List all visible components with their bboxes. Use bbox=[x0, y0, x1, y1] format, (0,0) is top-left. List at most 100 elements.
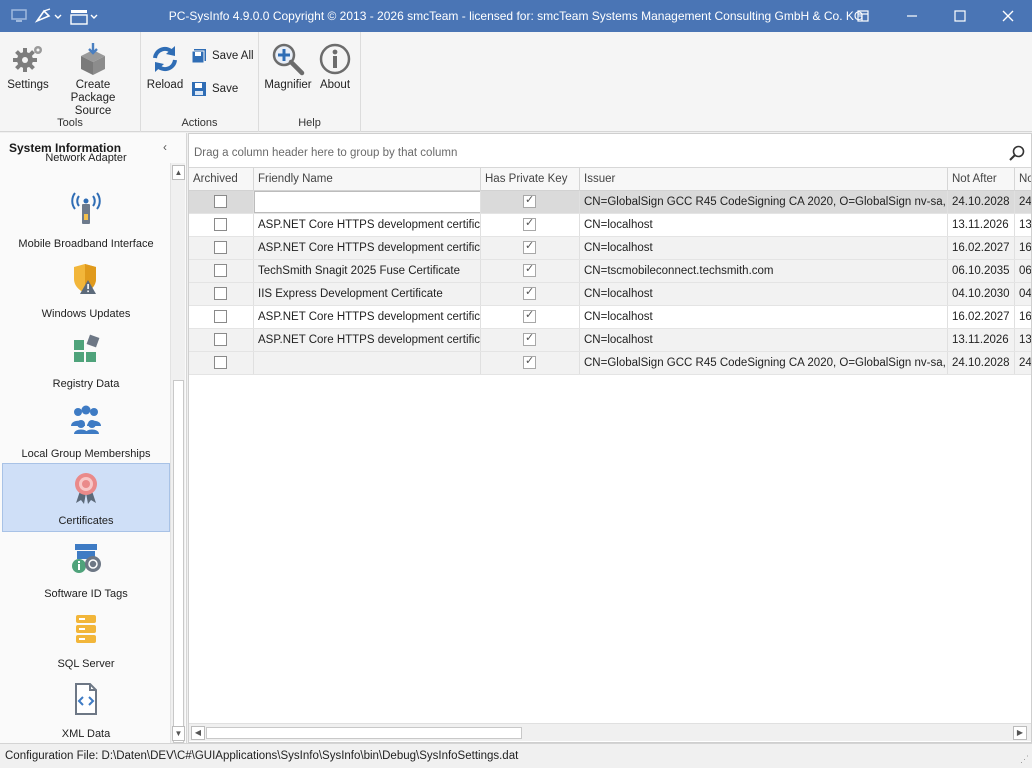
issuer-cell[interactable]: CN=localhost bbox=[580, 237, 948, 259]
next-cell[interactable]: 16 bbox=[1015, 306, 1031, 328]
table-row[interactable]: ✓ CN=GlobalSign GCC R45 CodeSigning CA 20… bbox=[189, 191, 1031, 214]
issuer-cell[interactable]: CN=localhost bbox=[580, 329, 948, 351]
not-after-cell[interactable]: 04.10.2030 bbox=[948, 283, 1015, 305]
sidebar-item-registry-data[interactable]: Registry Data bbox=[2, 325, 170, 394]
maximize-button[interactable] bbox=[936, 0, 984, 32]
next-cell[interactable]: 16 bbox=[1015, 237, 1031, 259]
table-row[interactable]: ✓ CN=GlobalSign GCC R45 CodeSigning CA 20… bbox=[189, 352, 1031, 375]
archived-checkbox[interactable] bbox=[214, 333, 227, 346]
issuer-cell[interactable]: CN=GlobalSign GCC R45 CodeSigning CA 202… bbox=[580, 191, 948, 213]
friendly-name-cell[interactable]: ASP.NET Core HTTPS development certifica… bbox=[254, 306, 481, 328]
friendly-name-cell[interactable]: ASP.NET Core HTTPS development certifica… bbox=[254, 214, 481, 236]
has-private-key-cell[interactable]: ✓ bbox=[481, 352, 580, 374]
archived-cell[interactable] bbox=[189, 306, 254, 328]
table-row[interactable]: ASP.NET Core HTTPS development certifica… bbox=[189, 329, 1031, 352]
table-row[interactable]: IIS Express Development Certificate ✓ CN=l… bbox=[189, 283, 1031, 306]
sidebar-item-network-adapter[interactable]: Network Adapter bbox=[2, 133, 170, 168]
not-after-cell[interactable]: 13.11.2026 bbox=[948, 214, 1015, 236]
sidebar-item-software-id-tags[interactable]: Software ID Tags bbox=[2, 535, 170, 604]
column-header-has-private-key[interactable]: Has Private Key bbox=[481, 168, 580, 191]
save-all-button[interactable]: Save All bbox=[191, 48, 254, 64]
friendly-name-cell[interactable] bbox=[254, 352, 481, 374]
horizontal-scroll-thumb[interactable] bbox=[206, 727, 522, 739]
search-icon[interactable] bbox=[1009, 145, 1025, 164]
archived-checkbox[interactable] bbox=[214, 264, 227, 277]
friendly-name-cell[interactable]: ASP.NET Core HTTPS development certifica… bbox=[254, 237, 481, 259]
next-cell[interactable]: 24 bbox=[1015, 191, 1031, 213]
sidebar-item-xml-data[interactable]: XML Data bbox=[2, 675, 170, 743]
column-header-archived[interactable]: Archived bbox=[189, 168, 254, 191]
friendly-name-cell[interactable]: TechSmith Snagit 2025 Fuse Certificate bbox=[254, 260, 481, 282]
friendly-name-cell[interactable]: ASP.NET Core HTTPS development certifica… bbox=[254, 329, 481, 351]
about-button[interactable]: About bbox=[315, 42, 355, 92]
not-after-cell[interactable]: 24.10.2028 bbox=[948, 352, 1015, 374]
next-cell[interactable]: 06 bbox=[1015, 260, 1031, 282]
next-cell[interactable]: 24 bbox=[1015, 352, 1031, 374]
archived-checkbox[interactable] bbox=[214, 195, 227, 208]
archived-checkbox[interactable] bbox=[214, 218, 227, 231]
has-private-key-cell[interactable]: ✓ bbox=[481, 214, 580, 236]
create-package-source-button[interactable]: Create Package Source bbox=[53, 42, 133, 118]
has-private-key-cell[interactable]: ✓ bbox=[481, 329, 580, 351]
reload-button[interactable]: Reload bbox=[145, 42, 185, 92]
archived-cell[interactable] bbox=[189, 191, 254, 213]
archived-cell[interactable] bbox=[189, 214, 254, 236]
has-private-key-cell[interactable]: ✓ bbox=[481, 283, 580, 305]
table-row[interactable]: TechSmith Snagit 2025 Fuse Certificate ✓ C… bbox=[189, 260, 1031, 283]
not-after-cell[interactable]: 16.02.2027 bbox=[948, 306, 1015, 328]
grid-horizontal-scrollbar[interactable]: ◀ ▶ bbox=[189, 723, 1031, 741]
sidebar-scroll-thumb[interactable] bbox=[173, 380, 184, 743]
archived-checkbox[interactable] bbox=[214, 356, 227, 369]
save-button[interactable]: Save bbox=[191, 81, 238, 97]
next-cell[interactable]: 04 bbox=[1015, 283, 1031, 305]
scroll-up-arrow-icon[interactable]: ▲ bbox=[172, 165, 185, 180]
friendly-name-cell[interactable] bbox=[254, 191, 481, 213]
issuer-cell[interactable]: CN=tscmobileconnect.techsmith.com bbox=[580, 260, 948, 282]
sidebar-item-certificates[interactable]: Certificates bbox=[2, 463, 170, 532]
has-private-key-cell[interactable]: ✓ bbox=[481, 306, 580, 328]
archived-checkbox[interactable] bbox=[214, 310, 227, 323]
scroll-right-arrow-icon[interactable]: ▶ bbox=[1013, 726, 1027, 740]
not-after-cell[interactable]: 06.10.2035 bbox=[948, 260, 1015, 282]
friendly-name-cell[interactable]: IIS Express Development Certificate bbox=[254, 283, 481, 305]
restore-layout-button[interactable] bbox=[839, 0, 887, 32]
archived-cell[interactable] bbox=[189, 283, 254, 305]
next-cell[interactable]: 13 bbox=[1015, 214, 1031, 236]
has-private-key-cell[interactable]: ✓ bbox=[481, 237, 580, 259]
sidebar-item-mobile-broadband[interactable]: Mobile Broadband Interface bbox=[2, 185, 170, 254]
minimize-button[interactable] bbox=[888, 0, 936, 32]
not-after-cell[interactable]: 13.11.2026 bbox=[948, 329, 1015, 351]
not-after-cell[interactable]: 24.10.2028 bbox=[948, 191, 1015, 213]
archived-cell[interactable] bbox=[189, 237, 254, 259]
resize-grip-icon[interactable]: ⋰ bbox=[1020, 754, 1029, 765]
next-cell[interactable]: 13 bbox=[1015, 329, 1031, 351]
issuer-cell[interactable]: CN=localhost bbox=[580, 214, 948, 236]
close-button[interactable] bbox=[984, 0, 1032, 32]
issuer-cell[interactable]: CN=localhost bbox=[580, 283, 948, 305]
archived-cell[interactable] bbox=[189, 260, 254, 282]
archived-checkbox[interactable] bbox=[214, 241, 227, 254]
settings-button[interactable]: Settings bbox=[4, 42, 52, 92]
sidebar-item-sql-server[interactable]: SQL Server bbox=[2, 605, 170, 674]
column-header-next[interactable]: No bbox=[1015, 168, 1031, 191]
table-row[interactable]: ASP.NET Core HTTPS development certifica… bbox=[189, 306, 1031, 329]
scroll-left-arrow-icon[interactable]: ◀ bbox=[191, 726, 205, 740]
sidebar-item-windows-updates[interactable]: Windows Updates bbox=[2, 255, 170, 324]
not-after-cell[interactable]: 16.02.2027 bbox=[948, 237, 1015, 259]
archived-cell[interactable] bbox=[189, 329, 254, 351]
group-by-panel[interactable]: Drag a column header here to group by th… bbox=[189, 138, 1031, 168]
column-header-friendly-name[interactable]: Friendly Name bbox=[254, 168, 481, 191]
table-row[interactable]: ASP.NET Core HTTPS development certifica… bbox=[189, 237, 1031, 260]
issuer-cell[interactable]: CN=localhost bbox=[580, 306, 948, 328]
issuer-cell[interactable]: CN=GlobalSign GCC R45 CodeSigning CA 202… bbox=[580, 352, 948, 374]
has-private-key-cell[interactable]: ✓ bbox=[481, 260, 580, 282]
archived-cell[interactable] bbox=[189, 352, 254, 374]
column-header-not-after[interactable]: Not After bbox=[948, 168, 1015, 191]
archived-checkbox[interactable] bbox=[214, 287, 227, 300]
table-row[interactable]: ASP.NET Core HTTPS development certifica… bbox=[189, 214, 1031, 237]
has-private-key-cell[interactable]: ✓ bbox=[481, 191, 580, 213]
sidebar-scrollbar[interactable]: ▲ ▼ bbox=[170, 163, 185, 743]
sidebar-item-local-group-memberships[interactable]: Local Group Memberships bbox=[2, 395, 170, 464]
scroll-down-arrow-icon[interactable]: ▼ bbox=[172, 726, 185, 741]
column-header-issuer[interactable]: Issuer bbox=[580, 168, 948, 191]
